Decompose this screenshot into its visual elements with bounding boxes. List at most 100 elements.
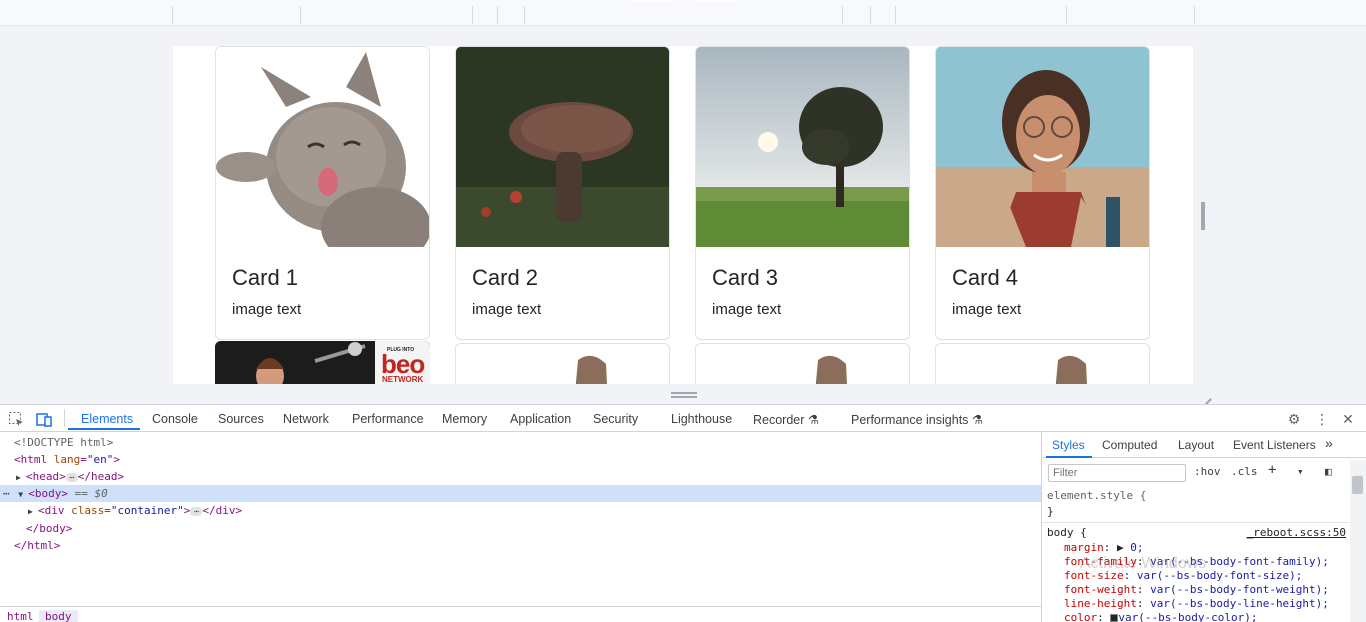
logo-sub: NETWORK (382, 375, 424, 384)
active-tab-indicator (68, 428, 140, 430)
dom-doctype[interactable]: <!DOCTYPE html> (14, 434, 1055, 451)
paint-brush-icon[interactable]: ▾ (1297, 465, 1304, 478)
expand-triangle-icon[interactable]: ▶ (28, 503, 38, 520)
hover-state-toggle[interactable]: :hov (1194, 465, 1221, 478)
prop-name: line-height (1064, 597, 1137, 610)
tab-performance-insights[interactable]: Performance insights ⚗ (851, 412, 983, 432)
resize-handle-vertical[interactable] (1201, 202, 1205, 230)
ruler-highlight (694, 0, 734, 2)
resize-handle-horizontal[interactable] (671, 392, 697, 398)
more-dots-icon[interactable]: ⋯ (3, 487, 10, 500)
tab-lighthouse[interactable]: Lighthouse (671, 412, 732, 432)
element-style-rule: element.style { (1047, 489, 1147, 502)
collapse-triangle-icon[interactable]: ▼ (18, 486, 28, 503)
breadcrumb: html body (0, 606, 1041, 622)
card (695, 343, 910, 384)
more-tabs-icon[interactable]: » (1325, 435, 1333, 451)
breadcrumb-body[interactable]: body (39, 610, 78, 622)
card: Card 3 image text (695, 46, 910, 340)
styles-filter-input[interactable] (1048, 464, 1186, 482)
styles-pane: Styles Computed Layout Event Listeners »… (1041, 432, 1366, 622)
device-toolbar-icon[interactable] (36, 411, 52, 427)
prop-value: var(--bs-body-line-height); (1150, 597, 1329, 610)
toggle-sidebar-icon[interactable]: ◧ (1325, 465, 1332, 478)
prop-name: color (1064, 611, 1098, 622)
tab-computed[interactable]: Computed (1102, 438, 1157, 452)
page-viewport: Card 1 image text Card 2 image text Card… (173, 46, 1193, 384)
ruler-mark (1066, 6, 1067, 24)
card (935, 343, 1150, 384)
class-toggle[interactable]: .cls (1231, 465, 1258, 478)
tree-image (696, 47, 909, 247)
card: Card 1 image text (215, 46, 430, 340)
div-attr-name: class (71, 504, 105, 517)
dom-div-node[interactable]: ▶ <div class="container"> ⋯ </div> (28, 502, 1069, 519)
tab-recorder[interactable]: Recorder ⚗ (753, 412, 819, 432)
ruler-mark (524, 6, 525, 24)
more-options-icon[interactable]: ⋮ (1314, 411, 1330, 427)
body-open-tag: <body> (28, 487, 68, 500)
ruler-mark (842, 6, 843, 24)
doctype-text: <!DOCTYPE html> (14, 436, 114, 449)
body-close-tag: </body> (26, 522, 73, 535)
new-rule-icon[interactable]: + (1268, 462, 1276, 478)
rule-source-link[interactable]: _reboot.scss:50 (1247, 526, 1346, 539)
inspect-element-icon[interactable] (8, 411, 24, 427)
prop-value: var(--bs-body-font-weight); (1150, 583, 1329, 596)
css-prop-margin[interactable]: margin: ▶ 0; (1064, 541, 1144, 555)
ruler-mark (172, 6, 173, 24)
tab-layout[interactable]: Layout (1178, 438, 1214, 452)
card-title: Card 3 (712, 265, 779, 290)
cat-image (216, 47, 429, 267)
settings-gear-icon[interactable]: ⚙ (1286, 411, 1302, 427)
tab-performance[interactable]: Performance (352, 412, 424, 432)
thumb-image (456, 344, 669, 384)
tab-performance-insights-label: Performance insights (851, 413, 969, 427)
tab-security[interactable]: Security (593, 412, 638, 432)
card-title: Card 4 (952, 265, 1019, 290)
css-prop-line-height[interactable]: line-height: var(--bs-body-line-height); (1064, 597, 1329, 611)
styles-tabs: Styles Computed Layout Event Listeners » (1042, 432, 1366, 458)
dom-head-node[interactable]: ▶ <head> ⋯ </head> (16, 468, 1057, 485)
elements-dom-tree: <!DOCTYPE html> <html lang="en"> ▶ <head>… (0, 432, 1041, 606)
close-icon[interactable]: ✕ (1340, 411, 1356, 427)
tab-application[interactable]: Application (510, 412, 571, 432)
html-open-tag: <html (14, 453, 48, 466)
windows-watermark: Activate Windows (1080, 555, 1207, 572)
tab-styles[interactable]: Styles (1052, 438, 1085, 452)
flask-icon: ⚗ (807, 413, 820, 427)
ellipsis-icon[interactable]: ⋯ (65, 472, 78, 482)
styles-scrollbar-thumb[interactable] (1352, 476, 1363, 494)
dom-html-close[interactable]: </html> (14, 537, 1055, 554)
tab-event-listeners[interactable]: Event Listeners (1233, 438, 1316, 452)
ruler-mark (497, 6, 498, 24)
head-close-tag: </head> (77, 470, 125, 483)
css-prop-color[interactable]: color: var(--bs-body-color); (1064, 611, 1257, 622)
tab-network[interactable]: Network (283, 412, 329, 432)
thumb-image (696, 344, 909, 384)
tab-memory[interactable]: Memory (442, 412, 487, 432)
prop-name: margin (1064, 541, 1104, 554)
dom-body-node[interactable]: ⋯ ▼ <body> == $0 (0, 485, 1041, 502)
card-text: image text (232, 301, 302, 318)
ruler-highlight (632, 0, 674, 2)
toolbar-divider (64, 409, 65, 427)
dom-html-node[interactable]: <html lang="en"> (14, 451, 1055, 468)
ruler-mark (895, 6, 896, 24)
expand-triangle-icon[interactable]: ▶ (16, 469, 26, 486)
breadcrumb-html[interactable]: html (7, 610, 34, 622)
expand-triangle-icon[interactable]: ▶ (1117, 541, 1124, 554)
body-ref: == $0 (74, 487, 108, 500)
tab-console[interactable]: Console (152, 412, 198, 432)
tab-sources[interactable]: Sources (218, 412, 264, 432)
card-title: Card 2 (472, 265, 539, 290)
css-prop-font-weight[interactable]: font-weight: var(--bs-body-font-weight); (1064, 583, 1329, 597)
dom-body-close[interactable]: </body> (26, 520, 1067, 537)
ellipsis-icon[interactable]: ⋯ (190, 506, 203, 516)
styles-active-indicator (1046, 456, 1092, 458)
beo-network-image: PLUG INTO beo NETWORK (215, 341, 430, 384)
body-rule-selector: body { (1047, 526, 1087, 539)
ruler-mark (472, 6, 473, 24)
resize-corner-handle[interactable] (1197, 388, 1211, 402)
mushroom-image (456, 47, 669, 247)
